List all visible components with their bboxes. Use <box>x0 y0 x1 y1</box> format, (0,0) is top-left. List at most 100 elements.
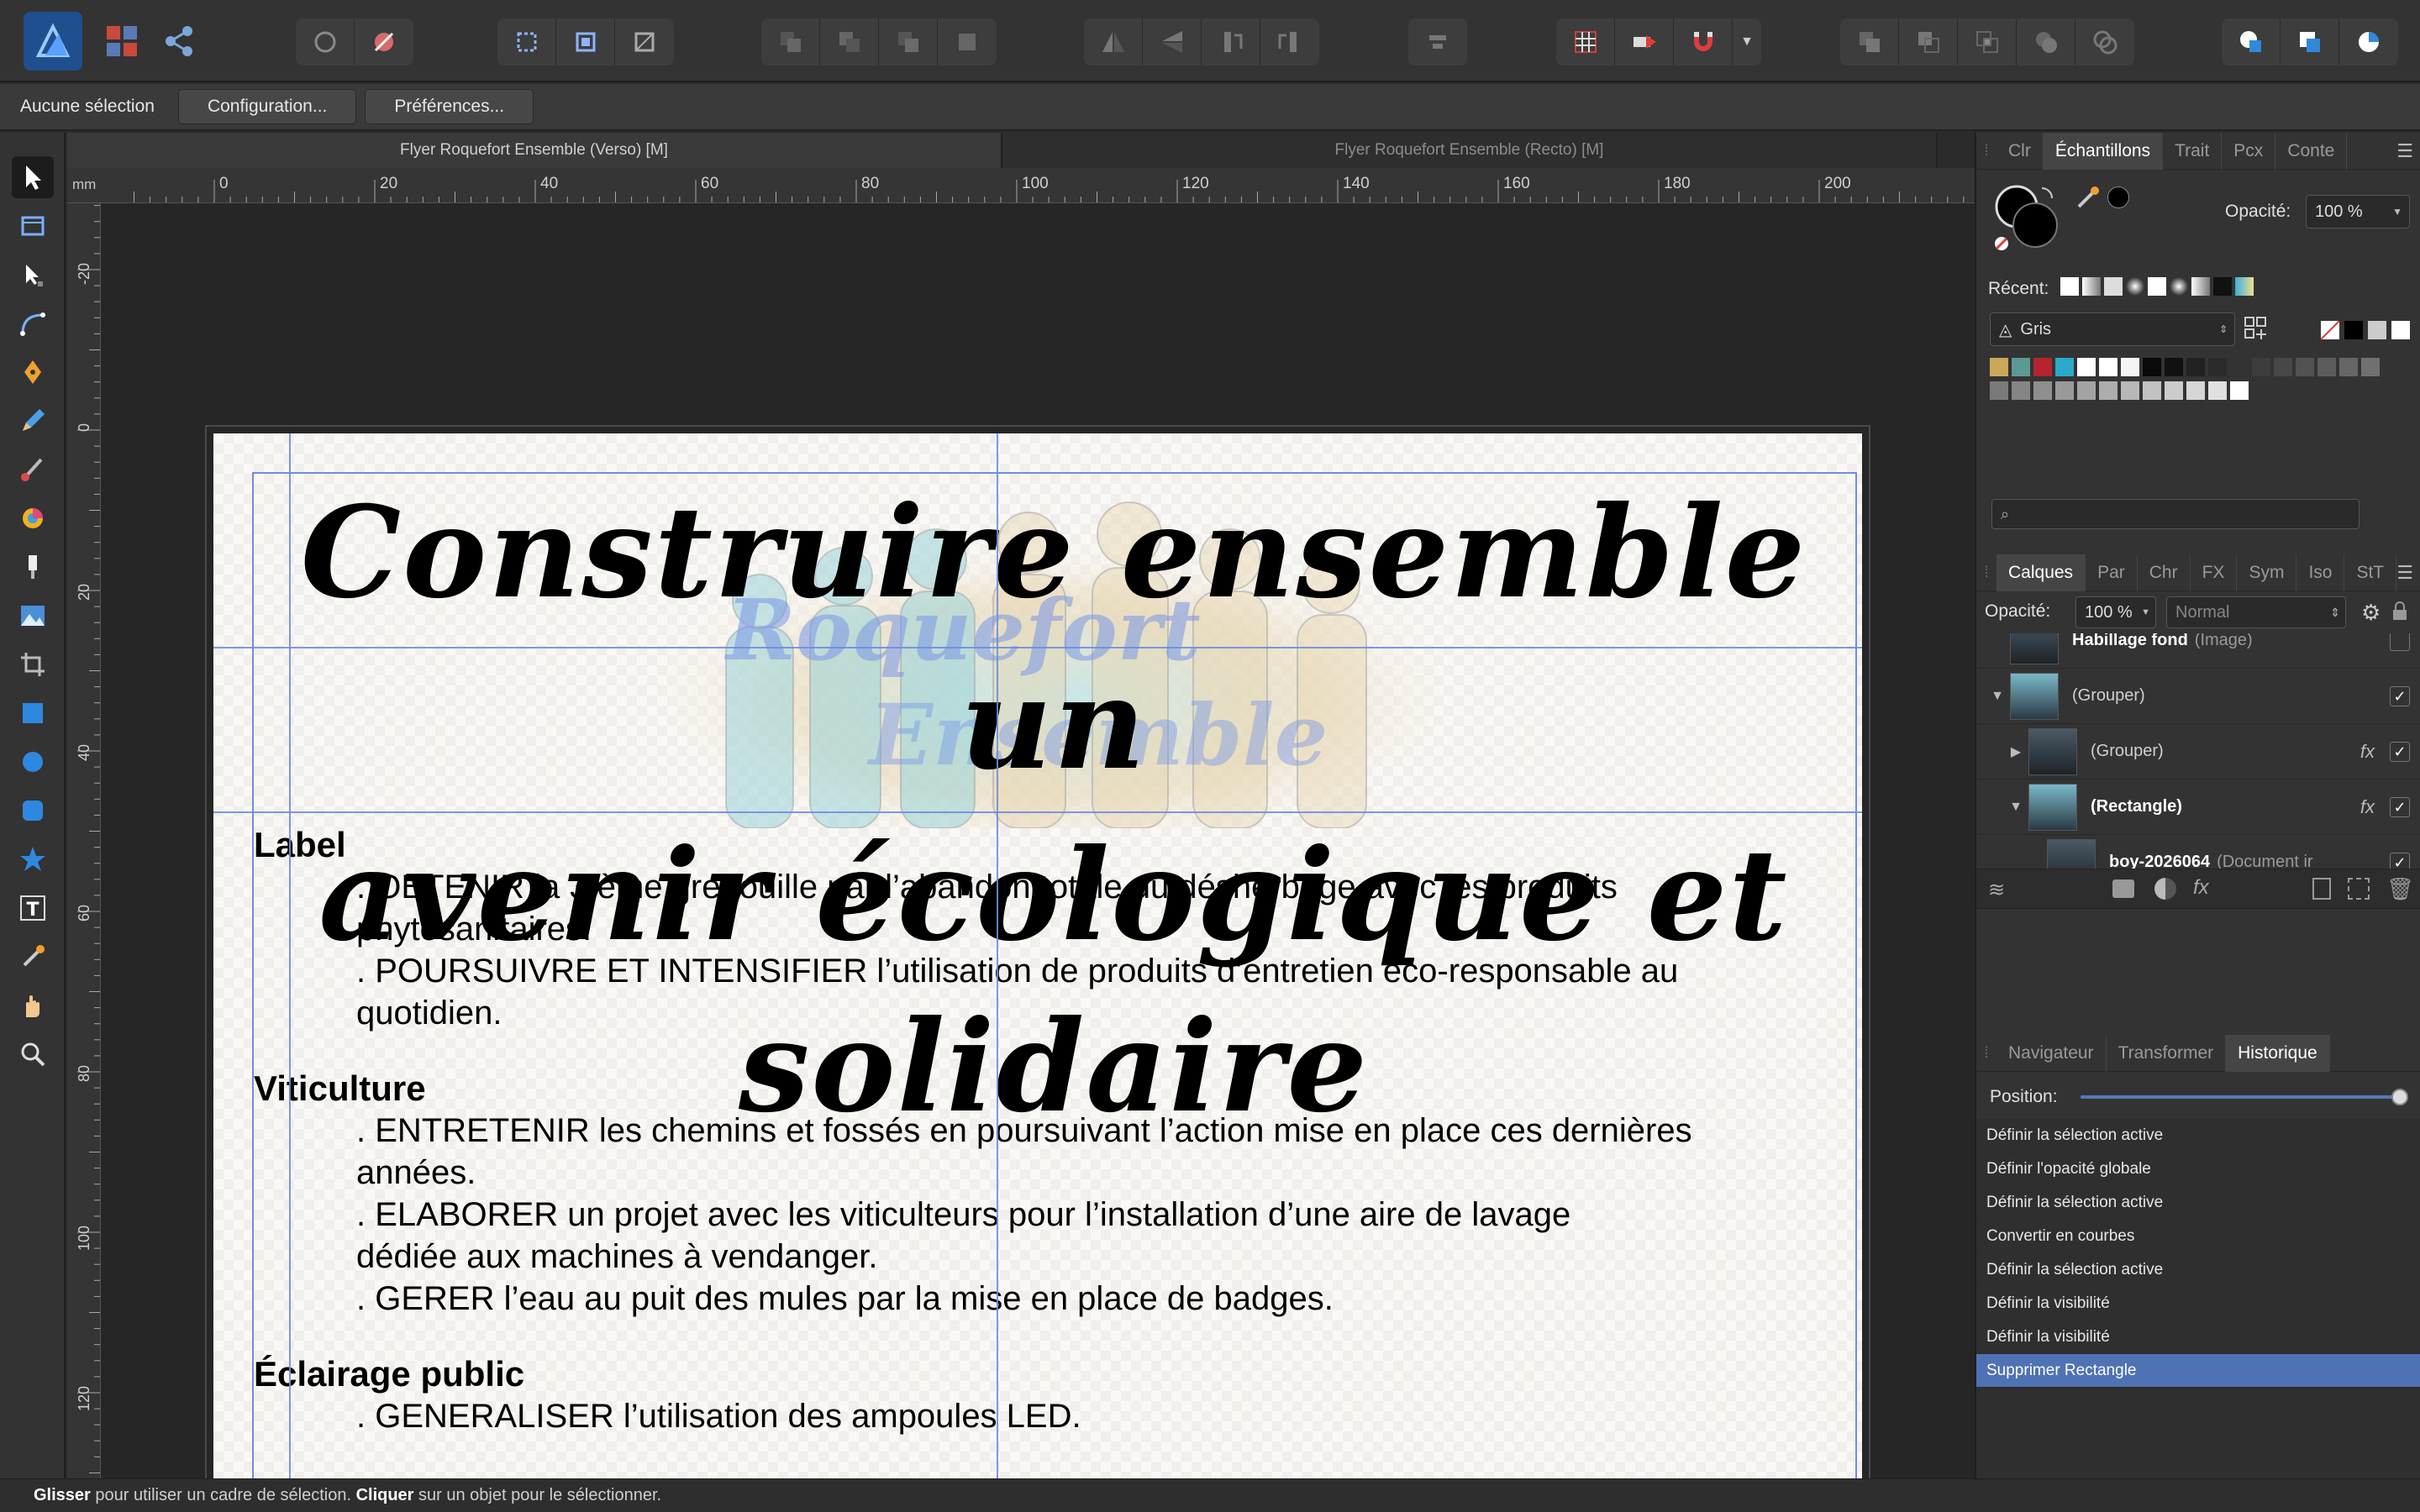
palette-swatch[interactable] <box>2077 381 2096 400</box>
history-item[interactable]: Définir l'opacité globale <box>1976 1152 2420 1186</box>
panel-grip-icon[interactable]: ⁞ <box>1976 1044 1996 1062</box>
tab-color[interactable]: Clr <box>1996 132 2044 170</box>
corner-tool-icon[interactable] <box>12 302 54 344</box>
palette-swatch[interactable] <box>2296 358 2314 376</box>
tab-brushes[interactable]: Pcx <box>2222 132 2276 170</box>
flip-horizontal-icon[interactable] <box>1084 18 1143 66</box>
fill-icon[interactable] <box>2222 18 2281 66</box>
expand-chevron-down-icon[interactable]: ▼ <box>1985 689 2010 704</box>
layer-row[interactable]: Habillage fond (Image) <box>1976 633 2420 669</box>
history-item[interactable]: Définir la visibilité <box>1976 1287 2420 1320</box>
tab-character[interactable]: Chr <box>2138 554 2191 591</box>
fill-tool-icon[interactable] <box>12 497 54 539</box>
crop-tool-icon[interactable] <box>12 643 54 685</box>
mask-layer-icon[interactable] <box>2112 879 2134 898</box>
arrange-backward-icon[interactable] <box>820 18 879 66</box>
snapping-dropdown-icon[interactable]: ▼ <box>1733 18 1761 66</box>
vertical-ruler[interactable]: -20 0 20 40 60 80 100 120 <box>67 203 101 1478</box>
tab-text-styles[interactable]: StT <box>2344 554 2397 591</box>
fx-icon[interactable]: fx <box>2193 876 2209 900</box>
export-persona-icon[interactable] <box>158 20 200 62</box>
layer-row[interactable]: ▼ (Grouper) ✓ <box>1976 669 2420 724</box>
tab-effects[interactable]: FX <box>2191 554 2238 591</box>
color-picker-tool-icon[interactable] <box>12 936 54 978</box>
palette-swatch[interactable] <box>2230 358 2249 376</box>
select-all-icon[interactable] <box>497 18 556 66</box>
ellipse-tool-icon[interactable] <box>12 741 54 783</box>
palette-swatch[interactable] <box>1990 358 2008 376</box>
tab-transform[interactable]: Transformer <box>2107 1034 2227 1072</box>
boolean-xor-icon[interactable] <box>2017 18 2075 66</box>
brush-tool-icon[interactable] <box>12 449 54 491</box>
palette-swatch[interactable] <box>1990 381 2008 400</box>
tab-paragraph[interactable]: Par <box>2086 554 2138 591</box>
palette-swatch[interactable] <box>2230 381 2249 400</box>
palette-swatch[interactable] <box>2055 358 2074 376</box>
boolean-subtract-icon[interactable] <box>1899 18 1958 66</box>
layer-fx-icon[interactable]: fx <box>2360 741 2375 763</box>
visibility-checkbox[interactable]: ✓ <box>2390 852 2410 869</box>
palette-swatch[interactable] <box>2165 381 2183 400</box>
palette-swatch[interactable] <box>2186 381 2205 400</box>
grid-icon[interactable] <box>1556 18 1615 66</box>
gear-icon[interactable]: ⚙ <box>2361 600 2381 626</box>
visibility-checkbox[interactable]: ✓ <box>2390 741 2410 762</box>
palette-swatch[interactable] <box>2033 381 2052 400</box>
palette-swatch[interactable] <box>2055 381 2074 400</box>
tab-stroke[interactable]: Trait <box>2163 132 2223 170</box>
document-page[interactable]: Roquefort Ensemble Construire ensemble u… <box>213 433 1862 1478</box>
snapping-options-icon[interactable] <box>355 18 413 66</box>
layer-row[interactable]: ▼ (Rectangle) fx ✓ <box>1976 780 2420 835</box>
tab-navigator[interactable]: Navigateur <box>1996 1034 2107 1072</box>
preferences-button[interactable]: Préférences... <box>365 89 534 124</box>
expand-chevron-down-icon[interactable]: ▼ <box>2003 800 2028 815</box>
node-tool-icon[interactable] <box>12 254 54 296</box>
lock-icon[interactable] <box>2391 601 2408 622</box>
tab-layers[interactable]: Calques <box>1996 554 2086 591</box>
configuration-button[interactable]: Configuration... <box>177 89 357 124</box>
layer-row[interactable]: boy-2026064 (Document ir ✓ <box>1976 835 2420 869</box>
boolean-add-icon[interactable] <box>1840 18 1899 66</box>
palette-swatch[interactable] <box>2012 358 2030 376</box>
place-image-tool-icon[interactable] <box>12 595 54 637</box>
fill-stroke-well-icon[interactable] <box>1991 181 2062 252</box>
eyedropper-icon[interactable] <box>2074 183 2102 212</box>
swatch-search-field[interactable]: ⌕ <box>1991 499 2360 529</box>
palette-swatch[interactable] <box>2252 358 2270 376</box>
palette-swatches[interactable] <box>1988 356 2412 402</box>
history-item[interactable]: Définir la sélection active <box>1976 1253 2420 1287</box>
palette-swatch[interactable] <box>2339 358 2358 376</box>
stroke-icon[interactable] <box>2281 18 2339 66</box>
rotate-right-icon[interactable] <box>1260 18 1319 66</box>
layer-row[interactable]: ▶ (Grouper) fx ✓ <box>1976 724 2420 780</box>
align-icon[interactable] <box>1408 18 1467 66</box>
tab-history[interactable]: Historique <box>2226 1034 2330 1072</box>
text-tool-icon[interactable]: T <box>12 887 54 929</box>
current-color-swatch[interactable] <box>2107 186 2129 208</box>
visibility-checkbox[interactable]: ✓ <box>2390 685 2410 706</box>
assistant-icon[interactable] <box>296 18 355 66</box>
palette-swatch[interactable] <box>2099 381 2118 400</box>
panel-grip-icon[interactable]: ⁞ <box>1976 142 1996 160</box>
designer-persona-icon[interactable] <box>24 12 82 71</box>
palette-swatch[interactable] <box>2033 358 2052 376</box>
tab-isometric[interactable]: Iso <box>2296 554 2345 591</box>
flip-vertical-icon[interactable] <box>1143 18 1202 66</box>
layer-fx-icon[interactable]: fx <box>2360 796 2375 818</box>
pixel-persona-icon[interactable] <box>101 20 143 62</box>
add-pixel-layer-icon[interactable] <box>2348 878 2370 900</box>
palette-swatch[interactable] <box>2317 358 2336 376</box>
rotate-left-icon[interactable] <box>1202 18 1260 66</box>
view-hand-tool-icon[interactable] <box>12 984 54 1026</box>
boolean-intersect-icon[interactable] <box>1958 18 2017 66</box>
expand-chevron-right-icon[interactable]: ▶ <box>2003 743 2028 760</box>
insert-behind-icon[interactable] <box>1615 18 1674 66</box>
palette-swatch[interactable] <box>2077 358 2096 376</box>
tab-recto[interactable]: Flyer Roquefort Ensemble (Recto) [M] <box>1002 133 1938 168</box>
swatch-opacity-field[interactable]: 100 % ▼ <box>2306 195 2410 228</box>
palette-swatch[interactable] <box>2361 358 2380 376</box>
zoom-tool-icon[interactable] <box>12 1033 54 1075</box>
rectangle-tool-icon[interactable] <box>12 692 54 734</box>
star-tool-icon[interactable] <box>12 838 54 880</box>
add-swatch-icon[interactable] <box>2244 316 2269 341</box>
